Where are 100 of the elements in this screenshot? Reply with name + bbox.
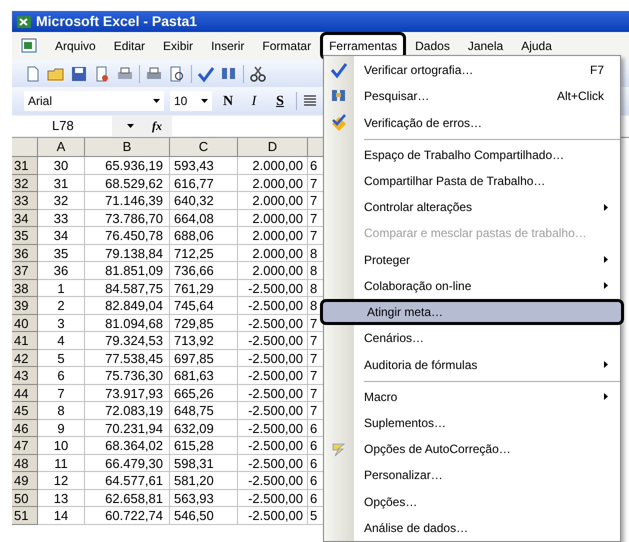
row-header[interactable]: 36 (12, 244, 38, 262)
table-cell: -2.500,00 (238, 507, 308, 524)
table-cell: 75.736,30 (85, 367, 170, 384)
submenu-arrow-icon (604, 361, 608, 368)
row-header[interactable]: 40 (12, 314, 38, 332)
table-cell: 30 (38, 157, 85, 174)
table-cell: -2.500,00 (238, 332, 308, 350)
column-header[interactable]: D (238, 138, 308, 157)
row-header[interactable]: 37 (12, 262, 38, 280)
spelling-check-icon[interactable] (197, 64, 215, 82)
row-header[interactable]: 38 (12, 280, 38, 297)
row-header[interactable]: 44 (12, 384, 38, 402)
dropdown-icon (201, 99, 208, 103)
row-header[interactable]: 42 (12, 350, 38, 367)
table-cell: 1 (38, 280, 85, 297)
table-cell: 32 (38, 192, 85, 210)
row-header[interactable]: 35 (12, 227, 38, 244)
table-cell: 7 (38, 384, 85, 402)
table-cell: 2 (38, 297, 85, 314)
table-cell: 84.587,75 (85, 280, 170, 297)
insert-function-button[interactable]: fx (152, 117, 172, 135)
name-box[interactable]: L78 (12, 116, 112, 136)
row-header[interactable]: 51 (12, 507, 38, 524)
row-header[interactable]: 41 (12, 332, 38, 350)
dropdown-icon[interactable] (126, 124, 134, 128)
menu-title[interactable]: Arquivo (46, 32, 105, 60)
menu-title[interactable]: Formatar (253, 32, 320, 60)
table-cell: 2.000,00 (238, 210, 308, 227)
submenu-arrow-icon (604, 282, 608, 290)
menu-item[interactable]: Verificação de erros… (324, 109, 620, 136)
row-header[interactable]: 47 (12, 437, 38, 454)
table-cell: 31 (38, 174, 85, 192)
table-cell: -2.500,00 (238, 490, 308, 507)
menu-item[interactable]: Pesquisar… Alt+Click (324, 83, 620, 110)
table-cell: 10 (38, 437, 85, 454)
menu-item[interactable]: Atingir meta… (320, 298, 624, 326)
table-cell: 615,28 (170, 437, 238, 454)
table-cell: 546,50 (170, 507, 238, 524)
table-cell: 745,64 (170, 297, 238, 314)
table-cell: 82.849,04 (85, 297, 170, 314)
table-cell: 68.529,62 (85, 174, 170, 192)
align-icon[interactable] (303, 94, 317, 108)
table-cell: 77.538,45 (85, 350, 170, 367)
row-header[interactable]: 46 (12, 420, 38, 437)
font-size-field[interactable]: 10 (170, 91, 212, 111)
table-cell: 648,75 (170, 402, 238, 420)
print-preview-icon[interactable] (168, 64, 186, 82)
row-header[interactable]: 50 (12, 490, 38, 507)
table-cell: -2.500,00 (238, 472, 308, 490)
table-cell: 66.479,30 (85, 454, 170, 472)
table-cell: 616,77 (170, 174, 238, 192)
table-cell: 79.324,53 (85, 332, 170, 350)
table-cell: 4 (38, 332, 85, 350)
table-cell: 3 (38, 314, 85, 332)
table-cell: 60.722,74 (85, 507, 170, 524)
table-cell: 76.450,78 (85, 227, 170, 244)
menu-title[interactable]: Exibir (154, 32, 202, 60)
menu-title[interactable]: Editar (104, 32, 154, 60)
menu-item[interactable]: Verificar ortografia… F7 (324, 57, 620, 84)
underline-button[interactable]: S (270, 90, 290, 112)
table-cell: 33 (38, 210, 85, 227)
table-cell: 73.917,93 (85, 384, 170, 402)
row-header[interactable]: 31 (12, 157, 38, 174)
cut-icon[interactable] (249, 64, 267, 82)
save-icon[interactable] (70, 64, 88, 82)
row-header[interactable]: 34 (12, 210, 38, 227)
table-cell: 665,26 (170, 384, 238, 402)
table-cell: 640,32 (170, 192, 238, 210)
table-cell: 9 (38, 420, 85, 437)
table-cell: 761,29 (170, 280, 238, 297)
row-header[interactable]: 33 (12, 192, 38, 210)
table-cell: -2.500,00 (238, 314, 308, 332)
row-header[interactable]: 39 (12, 297, 38, 314)
table-cell: 65.936,19 (85, 157, 170, 174)
table-cell: 35 (38, 244, 85, 262)
table-cell: 598,31 (170, 454, 238, 472)
row-header[interactable]: 32 (12, 174, 38, 192)
table-cell: 2.000,00 (238, 174, 308, 192)
table-cell: 581,20 (170, 472, 238, 490)
table-cell: 14 (38, 507, 85, 524)
row-header[interactable]: 45 (12, 402, 38, 420)
column-header[interactable]: B (85, 138, 170, 157)
spreadsheet-icon[interactable] (20, 37, 38, 55)
shortcut-label: F7 (590, 62, 604, 80)
row-header[interactable]: 48 (12, 454, 38, 472)
table-cell: 681,63 (170, 367, 238, 384)
table-cell: 697,85 (170, 350, 238, 367)
table-cell: 13 (38, 490, 85, 507)
table-cell: 70.231,94 (85, 420, 170, 437)
font-field[interactable]: Arial (24, 91, 164, 111)
column-header[interactable]: A (38, 138, 85, 157)
submenu-arrow-icon (604, 256, 608, 264)
bold-button[interactable]: N (218, 90, 238, 112)
italic-button[interactable]: I (244, 90, 264, 112)
row-header[interactable]: 49 (12, 472, 38, 490)
select-all-corner[interactable] (12, 138, 38, 157)
row-header[interactable]: 43 (12, 367, 38, 384)
column-header[interactable]: C (170, 138, 238, 157)
spreadsheet-icon (16, 14, 32, 30)
menu-title[interactable]: Inserir (202, 32, 254, 60)
